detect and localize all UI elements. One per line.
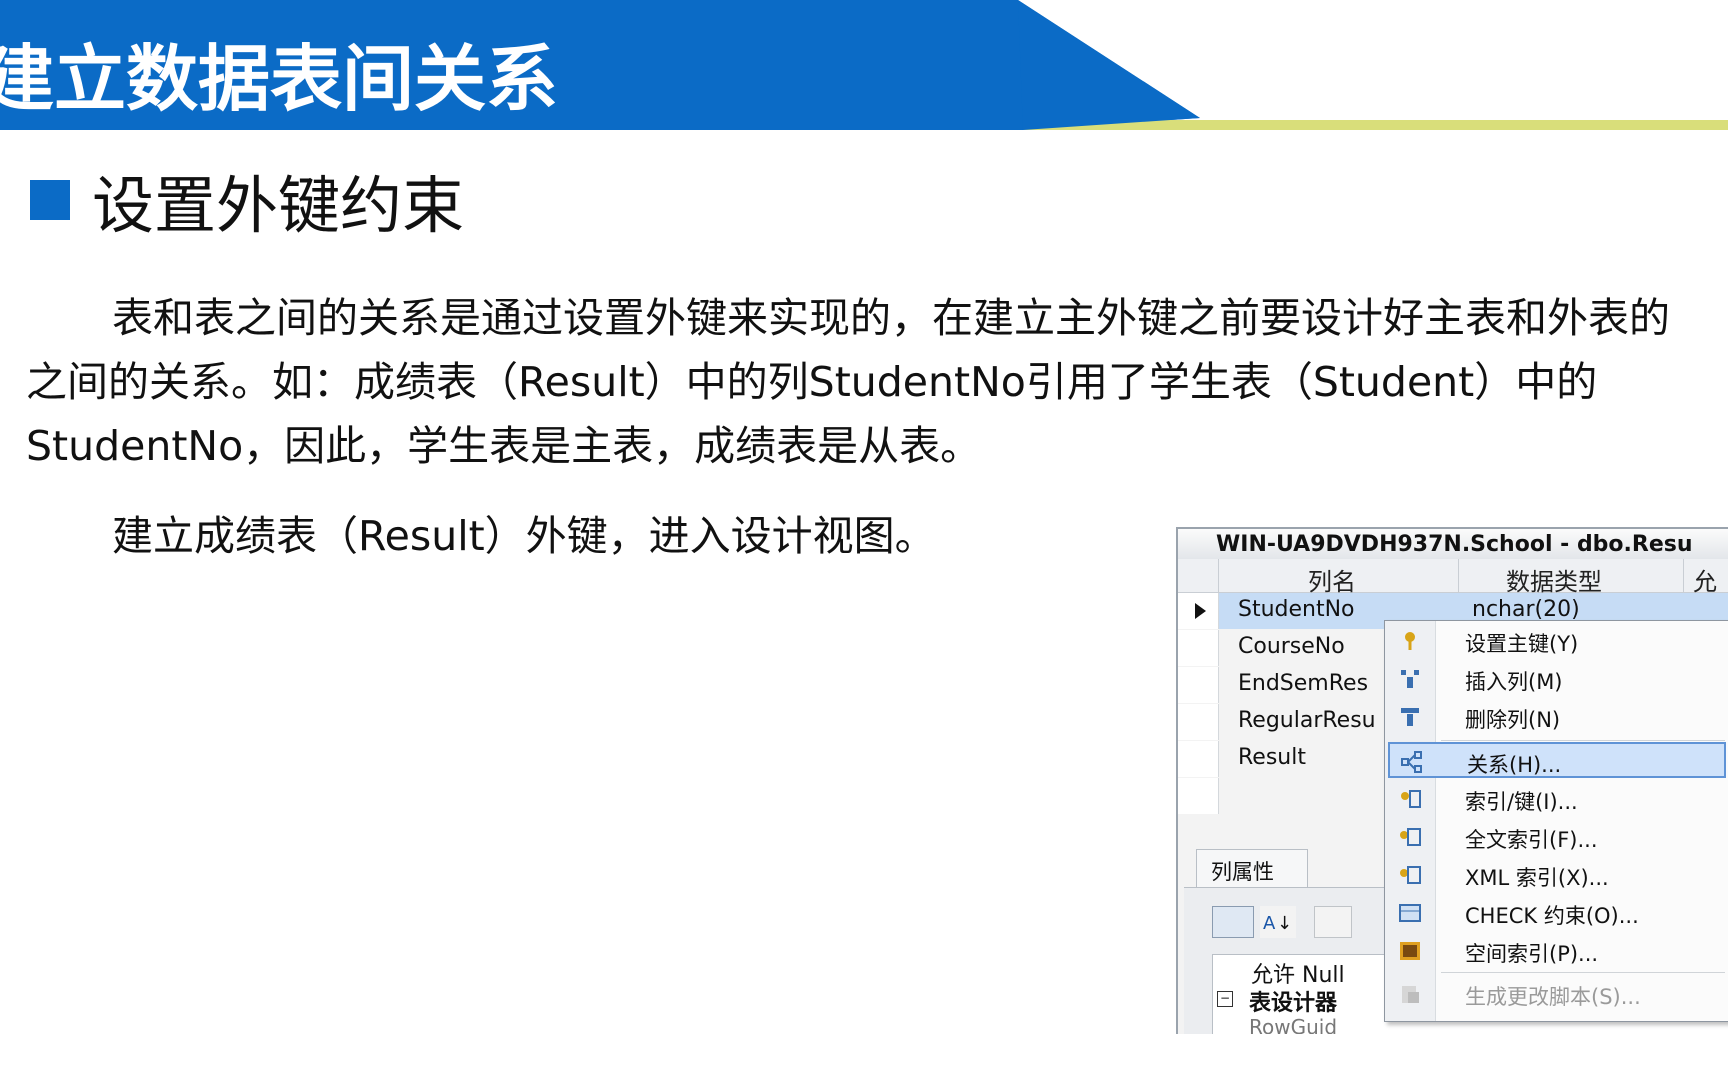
column-header-allow: 允 (1693, 568, 1717, 596)
column-properties-tab-label: 列属性 (1211, 860, 1274, 884)
property-rowguid[interactable]: RowGuid (1249, 1015, 1337, 1034)
column-divider (1218, 559, 1219, 592)
row-pointer-icon (1195, 603, 1206, 619)
column-properties-tab[interactable]: 列属性 (1196, 849, 1308, 890)
column-header-type: 数据类型 (1506, 568, 1602, 596)
menu-item-insert-column[interactable]: 插入列(M) (1385, 661, 1728, 697)
relationship-icon (1401, 751, 1422, 773)
title-banner: 建立数据表间关系 (0, 0, 1728, 130)
menu-item-label: 设置主键(Y) (1465, 632, 1579, 656)
sort-alphabetical-icon[interactable]: A ↓ (1260, 906, 1296, 938)
menu-item-label: 删除列(N) (1465, 708, 1561, 732)
menu-item-label: 生成更改脚本(S)... (1465, 985, 1641, 1009)
column-divider (1458, 559, 1459, 592)
context-menu: 设置主键(Y) 插入列(M) 删除列(N) 关系(H)... 索引/键(I)..… (1384, 620, 1728, 1022)
fulltext-index-icon (1400, 828, 1421, 846)
data-type-cell[interactable]: nchar(20) (1472, 597, 1580, 622)
svg-text:↓: ↓ (1277, 913, 1292, 934)
menu-separator (1441, 740, 1725, 741)
row-selector[interactable] (1178, 667, 1219, 703)
menu-item-relationships[interactable]: 关系(H)... (1388, 742, 1726, 778)
row-selector[interactable] (1178, 741, 1219, 777)
column-divider (1683, 559, 1684, 592)
menu-item-label: 索引/键(I)... (1465, 790, 1578, 814)
designer-tab-title: WIN-UA9DVDH937N.School - dbo.Resu (1216, 532, 1693, 557)
spatial-index-icon (1400, 942, 1420, 960)
bullet-square-icon (30, 180, 70, 220)
menu-item-label: 全文索引(F)... (1465, 828, 1598, 852)
menu-item-label: 插入列(M) (1465, 670, 1563, 694)
menu-item-delete-column[interactable]: 删除列(N) (1385, 699, 1728, 735)
menu-item-label: 空间索引(P)... (1465, 942, 1599, 966)
slide-title: 建立数据表间关系 (0, 37, 559, 121)
menu-item-spatial-index[interactable]: 空间索引(P)... (1385, 933, 1728, 969)
column-name-cell[interactable]: EndSemRes (1238, 671, 1368, 696)
menu-separator (1441, 972, 1725, 973)
property-pages-icon[interactable] (1314, 906, 1352, 938)
row-selector[interactable] (1178, 593, 1219, 629)
check-constraint-icon (1399, 904, 1421, 922)
row-selector[interactable] (1178, 630, 1219, 666)
row-selector[interactable] (1178, 778, 1219, 814)
section-heading: 设置外键约束 (30, 165, 464, 242)
menu-item-generate-change-script[interactable]: 生成更改脚本(S)... (1385, 976, 1728, 1012)
menu-item-set-primary-key[interactable]: 设置主键(Y) (1385, 623, 1728, 659)
collapse-icon[interactable]: − (1217, 991, 1233, 1007)
insert-column-icon (1401, 670, 1419, 688)
menu-item-indexes-keys[interactable]: 索引/键(I)... (1385, 781, 1728, 817)
index-key-icon (1401, 790, 1421, 808)
column-name-cell[interactable]: RegularResu (1238, 708, 1376, 733)
column-header-name: 列名 (1308, 568, 1356, 596)
menu-item-check-constraints[interactable]: CHECK 约束(O)... (1385, 895, 1728, 931)
designer-tab[interactable]: WIN-UA9DVDH937N.School - dbo.Resu (1178, 529, 1728, 560)
menu-item-label: XML 索引(X)... (1465, 866, 1609, 890)
column-name-cell[interactable]: Result (1238, 745, 1306, 770)
grid-header: 列名 数据类型 允 (1178, 559, 1728, 596)
column-name-cell[interactable]: CourseNo (1238, 634, 1345, 659)
generate-script-icon (1402, 986, 1419, 1003)
body-paragraph-1-text: 表和表之间的关系是通过设置外键来实现的，在建立主外键之前要设计好主表和外表的之间… (26, 294, 1670, 470)
body-paragraph-1: 表和表之间的关系是通过设置外键来实现的，在建立主外键之前要设计好主表和外表的之间… (26, 286, 1706, 478)
menu-item-label: CHECK 约束(O)... (1465, 904, 1639, 928)
column-name-cell[interactable]: StudentNo (1238, 597, 1355, 622)
property-group-table-designer[interactable]: 表设计器 (1249, 985, 1337, 1017)
categorized-view-icon[interactable] (1212, 906, 1254, 938)
section-title: 设置外键约束 (92, 169, 465, 242)
menu-item-label: 关系(H)... (1467, 753, 1562, 777)
svg-text:A: A (1263, 913, 1276, 934)
menu-item-xml-index[interactable]: XML 索引(X)... (1385, 857, 1728, 893)
row-selector[interactable] (1178, 704, 1219, 740)
menu-item-fulltext-index[interactable]: 全文索引(F)... (1385, 819, 1728, 855)
xml-index-icon (1400, 866, 1421, 884)
delete-column-icon (1401, 708, 1419, 726)
primary-key-icon (1405, 632, 1415, 650)
